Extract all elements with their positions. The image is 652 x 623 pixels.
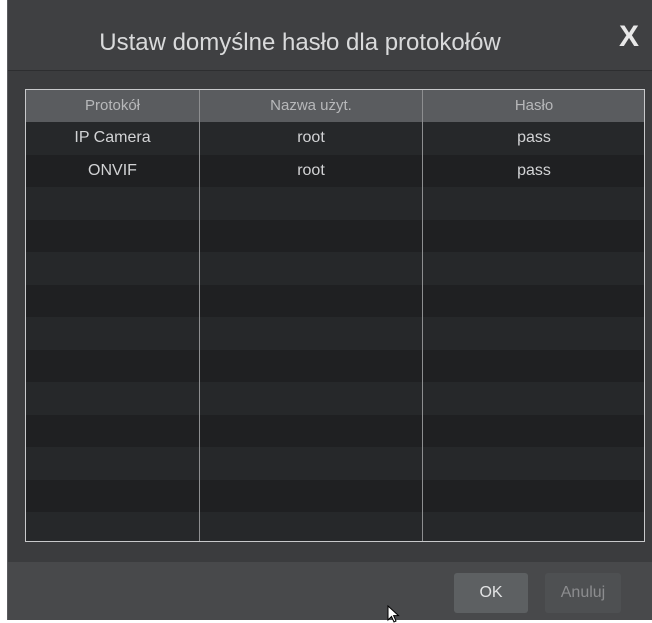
dialog-body: Protokół Nazwa użyt. Hasło IP Camera root…	[8, 71, 652, 562]
table-row[interactable]	[26, 187, 644, 220]
cell-protocol[interactable]	[26, 512, 199, 541]
cell-protocol[interactable]	[26, 252, 199, 284]
cell-password[interactable]	[423, 447, 644, 479]
ok-button[interactable]: OK	[454, 573, 528, 613]
cell-protocol[interactable]	[26, 285, 199, 317]
column-header-password[interactable]: Hasło	[423, 90, 644, 122]
cell-password[interactable]	[423, 317, 644, 349]
cell-protocol[interactable]	[26, 220, 199, 252]
column-header-protocol[interactable]: Protokół	[26, 90, 199, 122]
protocol-password-table: Protokół Nazwa użyt. Hasło IP Camera root…	[25, 89, 645, 542]
cell-username[interactable]	[200, 317, 422, 349]
table-row[interactable]	[26, 284, 644, 317]
table-row[interactable]: ONVIF root pass	[26, 154, 644, 187]
cell-username[interactable]	[200, 350, 422, 382]
cell-password[interactable]	[423, 350, 644, 382]
column-divider	[422, 90, 423, 541]
cell-protocol[interactable]	[26, 480, 199, 512]
cell-username[interactable]	[200, 252, 422, 284]
cell-protocol[interactable]	[26, 317, 199, 349]
table-row[interactable]	[26, 447, 644, 480]
table-row[interactable]	[26, 219, 644, 252]
table-row[interactable]	[26, 479, 644, 512]
cell-protocol[interactable]	[26, 350, 199, 382]
cell-protocol[interactable]	[26, 187, 199, 219]
cell-password[interactable]	[423, 220, 644, 252]
mouse-pointer-icon	[387, 605, 400, 623]
table-row[interactable]	[26, 252, 644, 285]
cell-username[interactable]	[200, 187, 422, 219]
dialog-titlebar: Ustaw domyślne hasło dla protokołów X	[8, 0, 652, 71]
column-divider	[199, 90, 200, 541]
cell-username[interactable]	[200, 415, 422, 447]
cell-password[interactable]: pass	[423, 155, 644, 187]
close-icon[interactable]: X	[614, 20, 644, 54]
cell-protocol[interactable]	[26, 415, 199, 447]
dialog-title: Ustaw domyślne hasło dla protokołów	[99, 29, 501, 56]
table-row[interactable]	[26, 414, 644, 447]
cell-password[interactable]	[423, 252, 644, 284]
cell-username[interactable]	[200, 382, 422, 414]
cell-username[interactable]	[200, 220, 422, 252]
cell-username[interactable]: root	[200, 122, 422, 154]
cancel-button[interactable]: Anuluj	[545, 573, 621, 613]
cell-password[interactable]: pass	[423, 122, 644, 154]
cell-username[interactable]	[200, 480, 422, 512]
table-rows: IP Camera root pass ONVIF root pass	[26, 122, 644, 541]
default-password-dialog: Ustaw domyślne hasło dla protokołów X Pr…	[7, 0, 652, 620]
table-row[interactable]	[26, 317, 644, 350]
cell-username[interactable]: root	[200, 155, 422, 187]
table-row[interactable]	[26, 512, 644, 541]
cell-password[interactable]	[423, 512, 644, 541]
cell-password[interactable]	[423, 415, 644, 447]
table-header: Protokół Nazwa użyt. Hasło	[26, 90, 644, 122]
table-row[interactable]	[26, 349, 644, 382]
cell-protocol[interactable]	[26, 382, 199, 414]
cell-protocol[interactable]: ONVIF	[26, 155, 199, 187]
table-row[interactable]	[26, 382, 644, 415]
cell-username[interactable]	[200, 512, 422, 541]
column-header-username[interactable]: Nazwa użyt.	[200, 90, 422, 122]
cell-password[interactable]	[423, 285, 644, 317]
cell-protocol[interactable]: IP Camera	[26, 122, 199, 154]
dialog-footer: OK Anuluj	[8, 562, 652, 620]
cell-username[interactable]	[200, 285, 422, 317]
cell-password[interactable]	[423, 187, 644, 219]
cell-username[interactable]	[200, 447, 422, 479]
cell-protocol[interactable]	[26, 447, 199, 479]
cell-password[interactable]	[423, 382, 644, 414]
table-row[interactable]: IP Camera root pass	[26, 122, 644, 155]
cell-password[interactable]	[423, 480, 644, 512]
